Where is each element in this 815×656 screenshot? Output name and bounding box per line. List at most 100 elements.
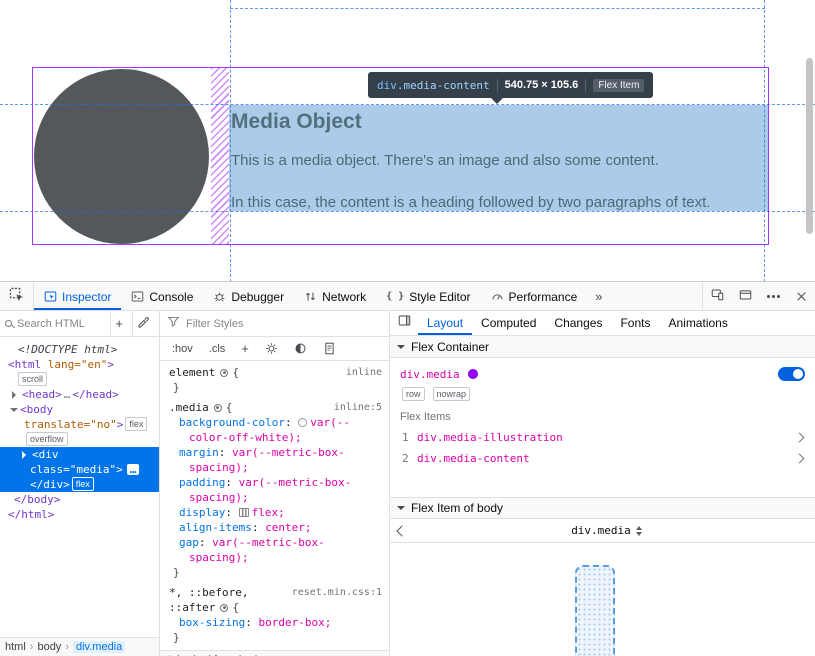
pseudo-class-button[interactable]: :hov <box>172 343 193 355</box>
network-icon <box>304 290 317 303</box>
tab-inspector[interactable]: Inspector <box>34 283 121 310</box>
meatball-menu-icon <box>772 295 775 298</box>
flex-item-nav: div.media <box>390 519 815 543</box>
tab-performance[interactable]: Performance <box>481 283 588 310</box>
performance-icon <box>491 290 504 303</box>
rule-element: element { inline } <box>160 365 389 395</box>
filter-styles-input[interactable]: Filter Styles <box>160 311 389 337</box>
tab-network[interactable]: Network <box>294 283 376 310</box>
selector-highlighter-icon[interactable] <box>220 369 228 377</box>
html-tree: <!DOCTYPE html> <html lang="en"> scroll … <box>0 337 159 522</box>
css-declaration[interactable]: paddingvar(--metric-box-spacing) <box>169 475 382 505</box>
scroll-badge-row: scroll <box>0 372 159 387</box>
body-close-row[interactable]: </body> <box>0 492 159 507</box>
more-tabs-button[interactable]: » <box>587 283 610 310</box>
flex-item-row-1[interactable]: 1 div.media-illustration <box>390 427 815 448</box>
selector-highlighter-icon[interactable] <box>214 404 222 412</box>
overflow-badge[interactable]: overflow <box>26 432 68 446</box>
class-toggle-button[interactable]: .cls <box>209 343 226 355</box>
rule-source-link[interactable]: inline <box>340 365 382 380</box>
flex-direction-badge: row <box>402 387 425 401</box>
debugger-icon <box>213 290 226 303</box>
section-flex-item-of-body[interactable]: Flex Item of body <box>390 497 815 519</box>
tooltip-flex-item-badge: Flex Item <box>593 79 644 92</box>
collapse-arrow-icon[interactable] <box>10 408 18 416</box>
tab-debugger[interactable]: Debugger <box>203 283 294 310</box>
expand-arrow-icon[interactable] <box>22 451 30 459</box>
print-media-button[interactable] <box>323 342 336 355</box>
color-swatch[interactable] <box>298 418 307 427</box>
pane-toggle-button[interactable] <box>390 311 418 335</box>
tab-label: Console <box>149 290 193 304</box>
collapsed-content-ellipsis[interactable]: … <box>62 388 73 401</box>
css-declaration[interactable]: displayflex <box>169 505 382 520</box>
tab-style-editor[interactable]: Style Editor <box>376 283 480 310</box>
tab-computed[interactable]: Computed <box>472 311 545 335</box>
rules-toolbar: :hov .cls + <box>160 337 389 361</box>
body-attr-row[interactable]: translate="no">flex <box>0 417 159 432</box>
body-node[interactable]: <body <box>0 402 159 417</box>
rule-selector[interactable]: ::after <box>169 600 215 615</box>
css-rules-list: element { inline } .media { inline:5 bac… <box>160 361 389 656</box>
collapsed-content-ellipsis[interactable]: … <box>127 464 140 475</box>
selector-highlighter-icon[interactable] <box>220 604 228 612</box>
light-scheme-button[interactable] <box>265 342 278 355</box>
tooltip-arrow <box>491 98 503 110</box>
html-close-row[interactable]: </html> <box>0 507 159 522</box>
flex-overlay-toggle[interactable] <box>778 367 805 381</box>
breadcrumb-item-div-media[interactable]: div.media <box>73 641 125 653</box>
flex-item-selector-dropdown[interactable]: div.media <box>406 524 807 537</box>
selected-node-div-media[interactable]: <div class="media">… </div>flex <box>0 447 159 492</box>
browser-viewport[interactable]: Media Object This is a media object. The… <box>0 0 815 282</box>
rule-source-link[interactable]: inline:5 <box>328 400 382 415</box>
rule-selector[interactable]: *, ::before, <box>169 585 248 600</box>
toolb­ox-dock-button[interactable] <box>731 283 759 310</box>
responsive-design-mode-button[interactable] <box>703 283 731 310</box>
flexbox-toggle-icon[interactable] <box>239 508 249 517</box>
close-devtools-button[interactable] <box>787 283 815 310</box>
add-node-button[interactable]: + <box>110 311 127 336</box>
overlay-color-swatch[interactable] <box>468 369 478 379</box>
section-flex-container[interactable]: Flex Container <box>390 336 815 358</box>
page-scrollbar[interactable] <box>806 58 813 234</box>
tab-console[interactable]: Console <box>121 283 203 310</box>
css-declaration[interactable]: align-itemscenter <box>169 520 382 535</box>
add-rule-button[interactable]: + <box>241 341 249 356</box>
css-declaration[interactable]: gapvar(--metric-box-spacing) <box>169 535 382 565</box>
markup-view: Search HTML + <!DOCTYPE html> <html lang… <box>0 311 160 637</box>
breadcrumb-item-html[interactable]: html <box>5 641 37 653</box>
scroll-badge[interactable]: scroll <box>18 372 47 386</box>
rule-source-link[interactable]: reset.min.css:1 <box>286 585 382 600</box>
breadcrumb-item-body[interactable]: body <box>37 641 73 653</box>
pick-element-button[interactable] <box>0 283 34 310</box>
tab-label: Inspector <box>62 290 111 304</box>
head-node[interactable]: <head>…</head> <box>0 387 159 402</box>
flex-guide-vertical-right <box>764 0 765 282</box>
tab-changes[interactable]: Changes <box>545 311 611 335</box>
html-node[interactable]: <html lang="en"> <box>0 357 159 372</box>
flex-badge[interactable]: flex <box>125 417 147 431</box>
eyedropper-button[interactable] <box>132 311 154 336</box>
tab-fonts[interactable]: Fonts <box>611 311 659 335</box>
tab-layout[interactable]: Layout <box>418 311 472 335</box>
css-declaration[interactable]: background-colorvar(--color-off-white) <box>169 415 382 445</box>
doctype-node[interactable]: <!DOCTYPE html> <box>0 342 159 357</box>
tooltip-divider <box>585 79 586 92</box>
layout-sidebar: Layout Computed Changes Fonts Animations… <box>390 311 815 656</box>
flex-badge[interactable]: flex <box>72 477 94 491</box>
flex-container-selector[interactable]: div.media <box>400 368 460 381</box>
media-heading: Media Object <box>231 110 362 134</box>
toolbox-menu-button[interactable] <box>759 283 787 310</box>
node-infobar-tooltip: div.media-content 540.75 × 105.6 Flex It… <box>368 72 653 98</box>
tab-animations[interactable]: Animations <box>659 311 736 335</box>
search-html-input[interactable]: Search HTML <box>5 318 105 330</box>
tab-label: Performance <box>509 290 578 304</box>
rule-selector[interactable]: element <box>169 365 215 380</box>
dark-scheme-button[interactable] <box>294 342 307 355</box>
css-declaration[interactable]: marginvar(--metric-box-spacing) <box>169 445 382 475</box>
rule-selector[interactable]: .media <box>169 400 209 415</box>
css-declaration[interactable]: box-sizingborder-box <box>169 615 382 630</box>
expand-arrow-icon[interactable] <box>12 391 20 399</box>
tooltip-node-class: .media-content <box>397 79 490 92</box>
flex-item-row-2[interactable]: 2 div.media-content <box>390 448 815 469</box>
